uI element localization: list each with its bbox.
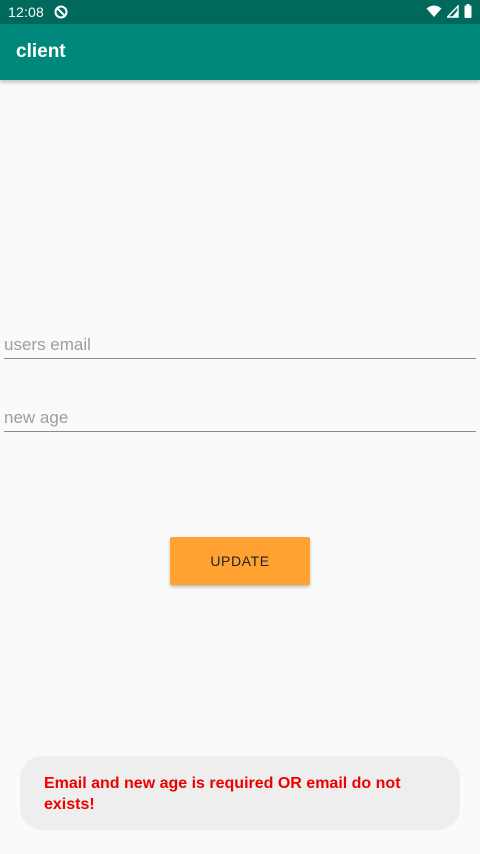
update-button[interactable]: UPDATE [170, 537, 310, 585]
email-input[interactable] [4, 325, 476, 358]
new-age-input[interactable] [4, 398, 476, 431]
app-title: client [16, 41, 66, 62]
battery-icon [464, 3, 472, 22]
status-bar: 12:08 [0, 0, 480, 24]
wifi-icon [426, 3, 442, 22]
email-field-container [4, 325, 476, 359]
status-time: 12:08 [8, 4, 45, 20]
app-bar: client [0, 24, 480, 80]
toast-message: Email and new age is required OR email d… [44, 775, 401, 813]
sync-blocked-icon [54, 5, 68, 19]
toast: Email and new age is required OR email d… [20, 756, 460, 830]
status-icons [426, 3, 472, 22]
age-field-container [4, 398, 476, 432]
cellular-signal-icon [445, 3, 459, 22]
